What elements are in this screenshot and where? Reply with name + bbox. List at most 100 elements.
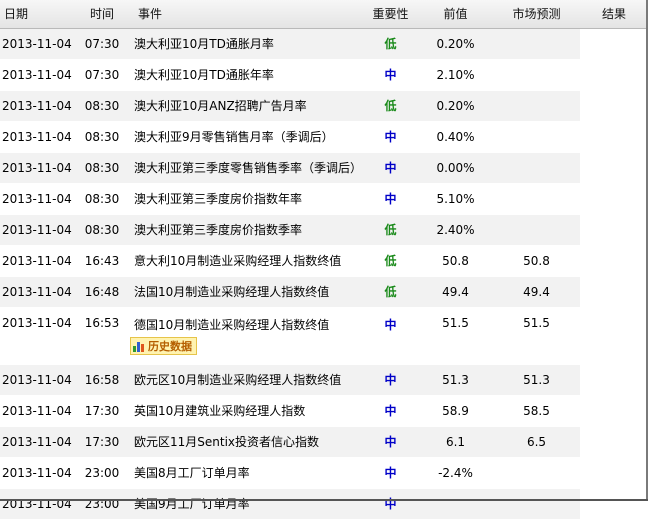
importance-badge: 中 [363, 488, 418, 520]
cell-previous: 51.3 [418, 364, 493, 396]
header-date: 日期 [0, 0, 78, 29]
cell-result [580, 245, 648, 277]
cell-time: 08:30 [78, 152, 126, 184]
cell-forecast: 51.5 [493, 307, 580, 365]
table-row: 2013-11-04 08:30 澳大利亚第三季度房价指数年率 中 5.10% [0, 183, 648, 215]
cell-forecast [493, 152, 580, 184]
header-previous: 前值 [418, 0, 493, 29]
cell-previous [418, 488, 493, 520]
header-forecast: 市场预测 [493, 0, 580, 29]
cell-result [580, 28, 648, 60]
cell-event: 欧元区10月制造业采购经理人指数终值 [126, 364, 363, 396]
header-result: 结果 [580, 0, 648, 29]
cell-date: 2013-11-04 [0, 395, 78, 427]
importance-badge: 低 [363, 245, 418, 277]
cell-result [580, 59, 648, 91]
cell-event: 澳大利亚10月ANZ招聘广告月率 [126, 90, 363, 122]
header-event: 事件 [126, 0, 363, 29]
cell-forecast [493, 90, 580, 122]
table-header: 日期 时间 事件 重要性 前值 市场预测 结果 [0, 0, 648, 29]
cell-date: 2013-11-04 [0, 426, 78, 458]
cell-result [580, 307, 648, 365]
cell-forecast [493, 457, 580, 489]
importance-badge: 中 [363, 395, 418, 427]
cell-time: 17:30 [78, 395, 126, 427]
event-name: 德国10月制造业采购经理人指数终值 [134, 317, 330, 332]
cell-previous: 0.40% [418, 121, 493, 153]
table-row: 2013-11-04 08:30 澳大利亚第三季度房价指数季率 低 2.40% [0, 214, 648, 246]
cell-previous: -2.4% [418, 457, 493, 489]
event-name: 澳大利亚第三季度房价指数年率 [134, 192, 303, 206]
cell-forecast: 58.5 [493, 395, 580, 427]
event-name: 欧元区11月Sentix投资者信心指数 [134, 435, 320, 449]
importance-badge: 中 [363, 121, 418, 153]
cell-previous: 5.10% [418, 183, 493, 215]
importance-badge: 中 [363, 364, 418, 396]
cell-forecast: 51.3 [493, 364, 580, 396]
calendar-table: 日期 时间 事件 重要性 前值 市场预测 结果 2013-11-04 07:30 澳… [0, 0, 648, 520]
importance-badge: 中 [363, 183, 418, 215]
cell-time: 07:30 [78, 28, 126, 60]
cell-forecast: 6.5 [493, 426, 580, 458]
cell-date: 2013-11-04 [0, 28, 78, 60]
cell-result [580, 121, 648, 153]
table-row: 2013-11-04 17:30 欧元区11月Sentix投资者信心指数 中 6.1 6.… [0, 426, 648, 458]
table-row: 2013-11-04 16:58 欧元区10月制造业采购经理人指数终值中 51.3 51… [0, 364, 648, 396]
event-name: 美国9月工厂订单月率 [134, 497, 250, 511]
cell-result [580, 214, 648, 246]
cell-date: 2013-11-04 [0, 59, 78, 91]
cell-date: 2013-11-04 [0, 245, 78, 277]
cell-event: 美国9月工厂订单月率 [126, 488, 363, 520]
cell-forecast [493, 121, 580, 153]
cell-time: 08:30 [78, 90, 126, 122]
event-name: 英国10月建筑业采购经理人指数 [134, 404, 306, 418]
cell-previous: 2.40% [418, 214, 493, 246]
table-row: 2013-11-04 23:00 美国8月工厂订单月率 中 -2.4% [0, 457, 648, 489]
cell-forecast [493, 183, 580, 215]
table-row: 2013-11-04 08:30 澳大利亚第三季度零售销售季率（季调后）中 0.00% [0, 152, 648, 184]
cell-previous: 0.00% [418, 152, 493, 184]
cell-time: 23:00 [78, 488, 126, 520]
table-row: 2013-11-04 23:00 美国9月工厂订单月率 中 [0, 488, 648, 520]
cell-forecast: 50.8 [493, 245, 580, 277]
cell-date: 2013-11-04 [0, 488, 78, 520]
event-name: 澳大利亚10月TD通胀月率 [134, 37, 274, 51]
cell-time: 07:30 [78, 59, 126, 91]
cell-time: 08:30 [78, 183, 126, 215]
table-row: 2013-11-04 17:30 英国10月建筑业采购经理人指数 中 58.9 58.5 [0, 395, 648, 427]
cell-date: 2013-11-04 [0, 307, 78, 365]
importance-badge: 中 [363, 152, 418, 184]
cell-event: 意大利10月制造业采购经理人指数终值 [126, 245, 363, 277]
cell-date: 2013-11-04 [0, 214, 78, 246]
cell-time: 16:58 [78, 364, 126, 396]
cell-date: 2013-11-04 [0, 121, 78, 153]
cell-event: 澳大利亚10月TD通胀年率 [126, 59, 363, 91]
event-name: 美国8月工厂订单月率 [134, 466, 250, 480]
importance-badge: 低 [363, 90, 418, 122]
cell-previous: 0.20% [418, 28, 493, 60]
cell-date: 2013-11-04 [0, 276, 78, 308]
cell-event: 澳大利亚10月TD通胀月率 [126, 28, 363, 60]
cell-event: 澳大利亚9月零售销售月率（季调后） [126, 121, 363, 153]
cell-event: 德国10月制造业采购经理人指数终值历史数据 [126, 307, 363, 365]
cell-previous: 2.10% [418, 59, 493, 91]
table-row: 2013-11-04 07:30 澳大利亚10月TD通胀年率 中 2.10% [0, 59, 648, 91]
event-name: 澳大利亚第三季度房价指数季率 [134, 223, 303, 237]
table-row: 2013-11-04 08:30 澳大利亚10月ANZ招聘广告月率 低 0.20% [0, 90, 648, 122]
cell-forecast [493, 59, 580, 91]
cell-forecast [493, 488, 580, 520]
bar-chart-icon [133, 340, 145, 352]
cell-previous: 0.20% [418, 90, 493, 122]
cell-time: 16:48 [78, 276, 126, 308]
cell-forecast: 49.4 [493, 276, 580, 308]
cell-previous: 49.4 [418, 276, 493, 308]
cell-result [580, 276, 648, 308]
history-data-button[interactable]: 历史数据 [130, 336, 197, 355]
cell-date: 2013-11-04 [0, 183, 78, 215]
table-row: 2013-11-04 16:53 德国10月制造业采购经理人指数终值 历史数据中 51.… [0, 307, 648, 365]
cell-event: 法国10月制造业采购经理人指数终值 [126, 276, 363, 308]
event-name: 意大利10月制造业采购经理人指数终值 [134, 254, 342, 268]
cell-result [580, 395, 648, 427]
importance-badge: 低 [363, 276, 418, 308]
table-body: 2013-11-04 07:30 澳大利亚10月TD通胀月率低 0.20% 2013-1… [0, 28, 648, 520]
